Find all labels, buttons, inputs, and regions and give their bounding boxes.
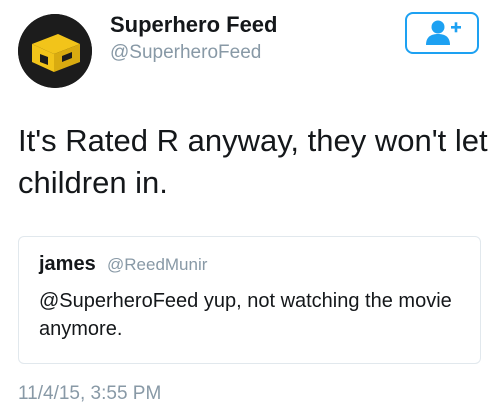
tweet-text: It's Rated R anyway, they won't let chil… bbox=[18, 123, 488, 200]
author-handle[interactable]: @SuperheroFeed bbox=[110, 42, 261, 64]
follow-user-plus-icon bbox=[426, 20, 461, 45]
follow-button[interactable] bbox=[405, 12, 479, 54]
superhero-feed-logo-icon bbox=[18, 14, 92, 88]
avatar[interactable] bbox=[18, 14, 92, 88]
quoted-tweet-card[interactable]: james @ReedMunir @SuperheroFeed yup, not… bbox=[18, 236, 481, 364]
tweet-header: Superhero Feed @SuperheroFeed bbox=[0, 0, 500, 96]
author-display-name[interactable]: Superhero Feed bbox=[110, 12, 277, 38]
tweet-timestamp[interactable]: 11/4/15, 3:55 PM bbox=[18, 383, 161, 405]
quoted-tweet-text: @SuperheroFeed yup, not watching the mov… bbox=[39, 290, 452, 340]
quoted-author-handle: @ReedMunir bbox=[107, 255, 208, 274]
quoted-author-name: james bbox=[39, 253, 96, 275]
